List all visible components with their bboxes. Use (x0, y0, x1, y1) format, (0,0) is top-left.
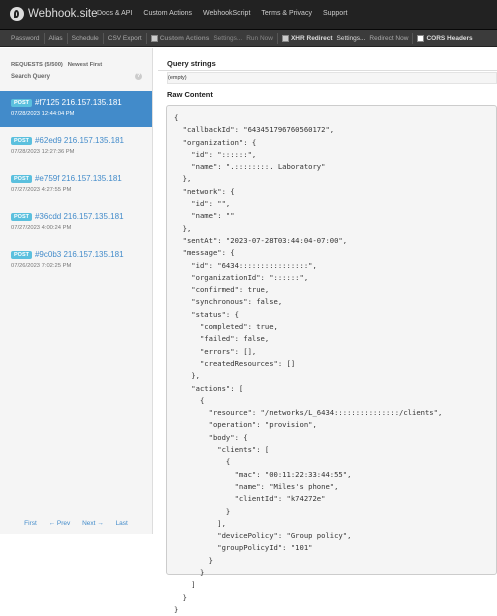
nav-custom-actions[interactable]: Custom Actions (143, 10, 192, 17)
method-badge: POST (11, 174, 32, 183)
toolbar-divider (412, 32, 414, 44)
custom-actions-label: Custom Actions (159, 34, 210, 42)
raw-content-json: { "callbackId": "643451796760560172", "o… (174, 113, 443, 614)
custom-actions-checkbox[interactable] (150, 34, 158, 42)
alias-button[interactable]: Alias (49, 35, 63, 42)
search-query-label: Search Query (11, 74, 51, 80)
request-title: #f7125 216.157.135.181 (34, 98, 122, 107)
redirect-now-button[interactable]: Redirect Now (369, 35, 408, 42)
schedule-button[interactable]: Schedule (72, 35, 99, 42)
request-detail: Query strings (empty) Raw Content { "cal… (158, 48, 497, 614)
nav-links: Docs & API Custom Actions WebhookScript … (97, 10, 347, 17)
pager-last[interactable]: Last (116, 520, 128, 527)
password-button[interactable]: Password (11, 35, 40, 42)
pagination: First ← Prev Next → Last (0, 520, 152, 527)
webhook-logo-icon (10, 7, 24, 21)
brand-name: Webhook.site (28, 8, 98, 20)
request-item[interactable]: POST #f7125 216.157.135.181 07/28/2023 1… (0, 91, 152, 127)
toolbar-divider (66, 32, 68, 44)
xhr-redirect-label: XHR Redirect (290, 34, 333, 42)
nav-terms-privacy[interactable]: Terms & Privacy (261, 10, 312, 17)
request-item[interactable]: POST #9c0b3 216.157.135.181 07/26/2023 7… (0, 243, 152, 279)
request-title: #9c0b3 216.157.135.181 (34, 250, 124, 259)
request-date: 07/28/2023 12:44:04 PM (11, 111, 75, 117)
toolbar-divider (145, 32, 147, 44)
xhr-redirect-checkbox[interactable] (281, 34, 289, 42)
pager-prev[interactable]: ← Prev (49, 520, 71, 527)
nav-support[interactable]: Support (323, 10, 348, 17)
cors-headers-checkbox[interactable] (417, 34, 425, 42)
pager-next[interactable]: Next → (82, 520, 104, 527)
requests-sidebar: REQUESTS (5/500) Newest First Search Que… (0, 48, 153, 534)
divider (158, 70, 497, 71)
request-date: 07/27/2023 4:00:24 PM (11, 225, 72, 231)
cors-headers-label: CORS Headers (426, 34, 473, 42)
raw-content-box[interactable]: { "callbackId": "643451796760560172", "o… (166, 105, 497, 614)
request-date: 07/27/2023 4:27:55 PM (11, 187, 72, 193)
method-badge: POST (11, 98, 32, 107)
toolbar: Password Alias Schedule CSV Export Custo… (0, 30, 497, 47)
method-badge: POST (11, 212, 32, 221)
xhr-settings-button[interactable]: Settings... (337, 35, 366, 42)
request-list: POST #f7125 216.157.135.181 07/28/2023 1… (0, 91, 152, 281)
pager-first[interactable]: First (24, 520, 37, 527)
nav-docs-api[interactable]: Docs & API (97, 10, 132, 17)
request-date: 07/26/2023 7:02:25 PM (11, 263, 72, 269)
request-title: #e759f 216.157.135.181 (34, 174, 122, 183)
custom-actions-settings-button[interactable]: Settings... (213, 35, 242, 42)
toolbar-divider (102, 32, 104, 44)
csv-export-button[interactable]: CSV Export (108, 35, 142, 42)
brand-link[interactable]: Webhook.site (10, 7, 97, 21)
request-item[interactable]: POST #62ed9 216.157.135.181 07/28/2023 1… (0, 129, 152, 165)
raw-content-title: Raw Content (167, 90, 213, 99)
request-item[interactable]: POST #e759f 216.157.135.181 07/27/2023 4… (0, 167, 152, 203)
run-now-button[interactable]: Run Now (246, 35, 273, 42)
query-strings-value: (empty) (167, 72, 497, 84)
sort-order-toggle[interactable]: Newest First (68, 62, 102, 68)
requests-count: REQUESTS (5/500) (11, 62, 63, 68)
search-query-field[interactable]: Search Query ? (11, 73, 142, 83)
request-title: #62ed9 216.157.135.181 (34, 136, 124, 145)
toolbar-divider (43, 32, 45, 44)
request-item[interactable]: POST #36cdd 216.157.135.181 07/27/2023 4… (0, 205, 152, 241)
request-date: 07/28/2023 12:27:36 PM (11, 149, 75, 155)
top-navbar: Webhook.site Docs & API Custom Actions W… (0, 0, 497, 30)
toolbar-divider (276, 32, 278, 44)
method-badge: POST (11, 250, 32, 259)
nav-webhookscript[interactable]: WebhookScript (203, 10, 250, 17)
help-icon[interactable]: ? (135, 73, 142, 80)
requests-header: REQUESTS (5/500) Newest First (11, 62, 102, 68)
method-badge: POST (11, 136, 32, 145)
query-strings-title: Query strings (167, 59, 216, 68)
request-title: #36cdd 216.157.135.181 (34, 212, 124, 221)
